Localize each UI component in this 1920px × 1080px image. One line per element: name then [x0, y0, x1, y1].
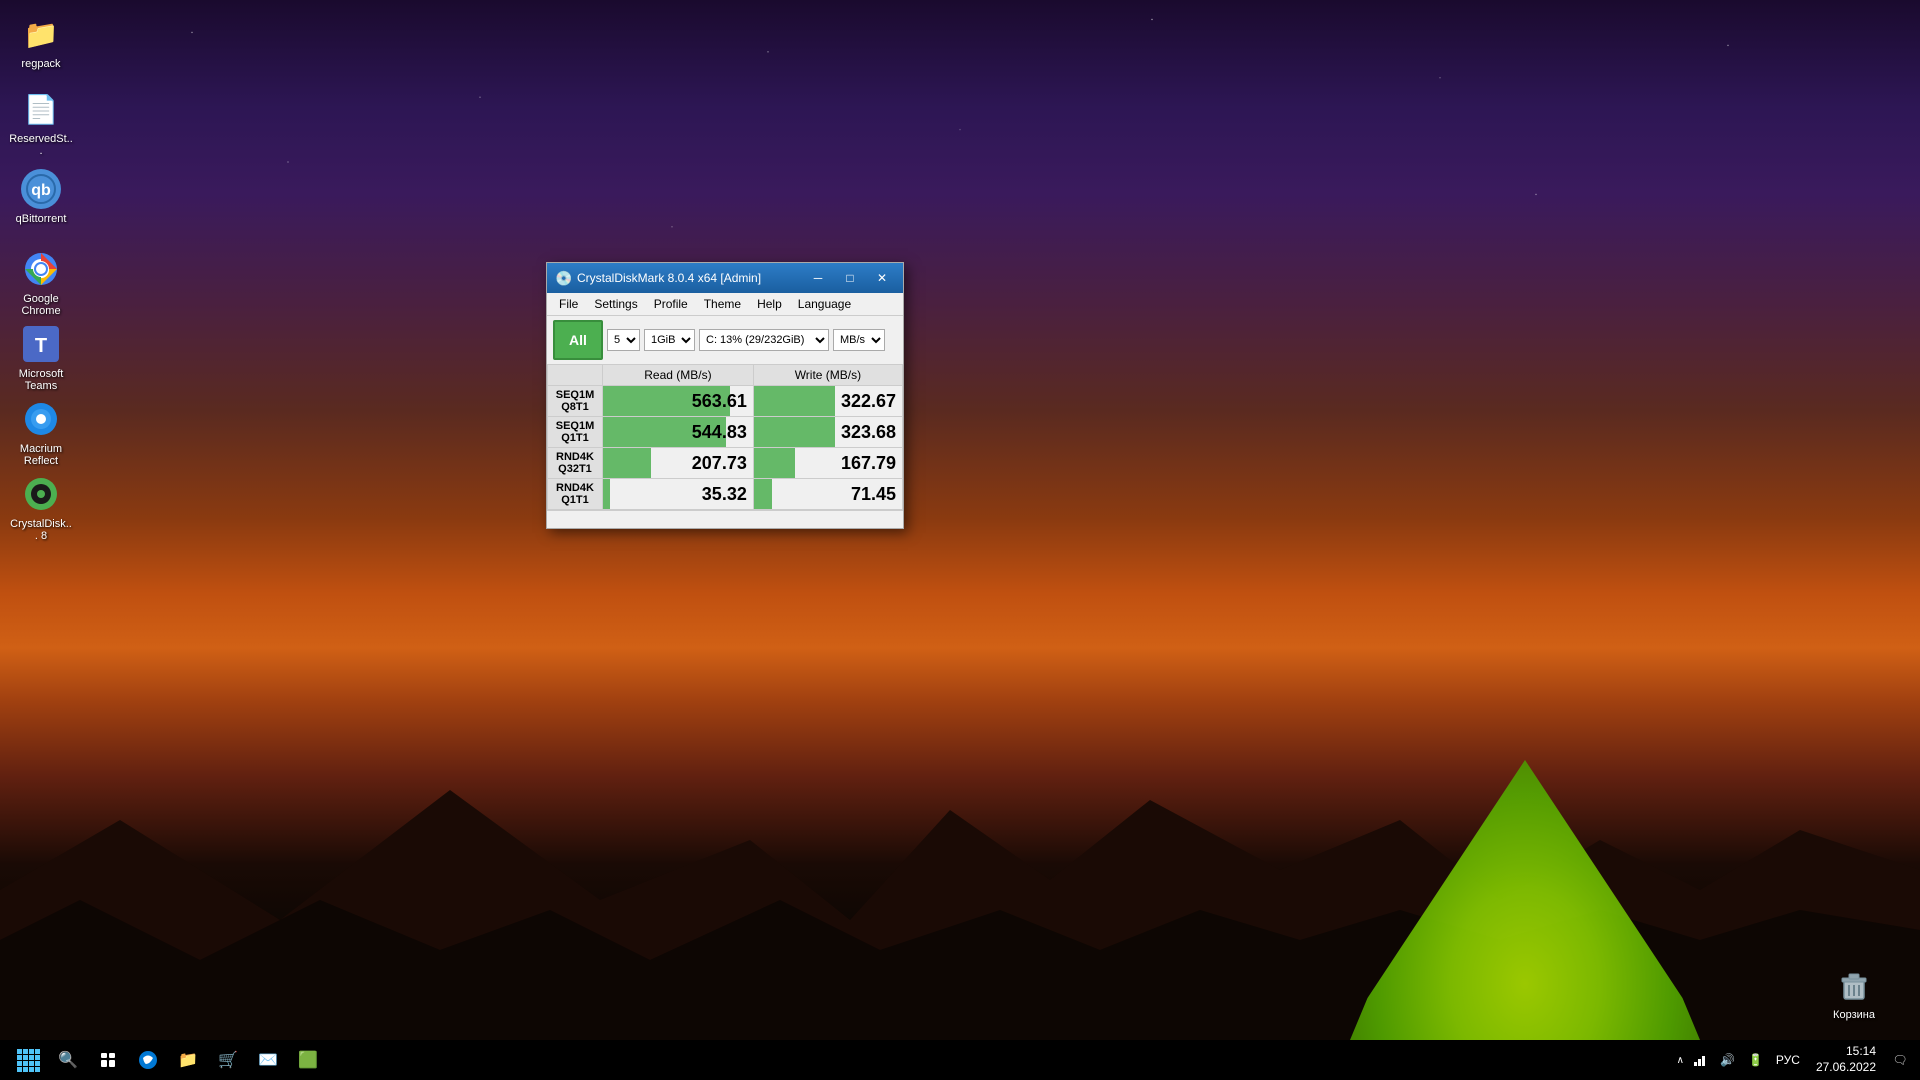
desktop-icon-regpack[interactable]: 📁 regpack	[5, 10, 77, 74]
network-tray-icon[interactable]	[1688, 1048, 1712, 1072]
window-statusbar	[547, 510, 903, 528]
taskbar-explorer-button[interactable]: 📁	[168, 1040, 208, 1080]
taskbar-tray: ∧ 🔊 🔋 РУС 15:14 27.06.2022 🗨	[1677, 1044, 1912, 1075]
battery-tray-icon[interactable]: 🔋	[1744, 1048, 1768, 1072]
macrium-icon	[21, 399, 61, 439]
read-value-3: 35.32	[603, 479, 754, 510]
col-label	[548, 365, 603, 386]
language-indicator[interactable]: РУС	[1772, 1053, 1804, 1067]
recycle-bin-label: Корзина	[1833, 1009, 1875, 1021]
stars-decoration	[0, 0, 1920, 648]
reservedst-label: ReservedSt...	[9, 133, 73, 157]
window-minimize-button[interactable]: ─	[805, 266, 831, 290]
window-icon: 💿	[555, 270, 571, 286]
show-hidden-icons-button[interactable]: ∧	[1677, 1055, 1684, 1066]
drive-select[interactable]: C: 13% (29/232GiB)	[699, 329, 829, 351]
taskbar-store-button[interactable]: 🛒	[208, 1040, 248, 1080]
teams-icon: T	[21, 324, 61, 364]
row-label-2: RND4KQ32T1	[548, 448, 603, 479]
desktop-icon-reservedst[interactable]: 📄 ReservedSt...	[5, 85, 77, 161]
regpack-icon: 📁	[21, 14, 61, 54]
windows-logo-icon	[17, 1049, 40, 1072]
benchmark-table: Read (MB/s) Write (MB/s) SEQ1MQ8T1563.61…	[547, 364, 903, 510]
size-select[interactable]: 1GiB	[644, 329, 695, 351]
menu-settings[interactable]: Settings	[586, 295, 645, 313]
crystaldisk-label: CrystalDisk... 8	[9, 518, 73, 542]
read-value-0: 563.61	[603, 386, 754, 417]
menu-theme[interactable]: Theme	[696, 295, 749, 313]
col-write: Write (MB/s)	[753, 365, 902, 386]
menu-help[interactable]: Help	[749, 295, 790, 313]
write-value-2: 167.79	[753, 448, 902, 479]
qbittorrent-icon: qb	[21, 169, 61, 209]
macrium-label: Macrium Reflect	[9, 443, 73, 467]
row-label-1: SEQ1MQ1T1	[548, 417, 603, 448]
read-value-2: 207.73	[603, 448, 754, 479]
desktop-icon-teams[interactable]: T Microsoft Teams	[5, 320, 77, 396]
window-controls: All 5 1GiB C: 13% (29/232GiB) MB/s	[547, 316, 903, 364]
crystaldiskmark-window: 💿 CrystalDiskMark 8.0.4 x64 [Admin] ─ □ …	[546, 262, 904, 529]
unit-select[interactable]: MB/s	[833, 329, 885, 351]
row-label-0: SEQ1MQ8T1	[548, 386, 603, 417]
desktop-icon-macrium[interactable]: Macrium Reflect	[5, 395, 77, 471]
chrome-icon	[21, 249, 61, 289]
window-menubar: File Settings Profile Theme Help Languag…	[547, 293, 903, 316]
menu-file[interactable]: File	[551, 295, 586, 313]
sound-tray-icon[interactable]: 🔊	[1716, 1048, 1740, 1072]
window-maximize-button[interactable]: □	[837, 266, 863, 290]
write-value-3: 71.45	[753, 479, 902, 510]
notifications-button[interactable]: 🗨	[1888, 1048, 1912, 1072]
reservedst-icon: 📄	[21, 89, 61, 129]
taskbar: 🔍 📁 🛒 ✉️ 🟩 ∧ 🔊 🔋 РУС	[0, 1040, 1920, 1080]
qbittorrent-label: qBittorrent	[16, 213, 67, 225]
clock-date: 27.06.2022	[1816, 1060, 1876, 1076]
start-button[interactable]	[8, 1040, 48, 1080]
window-close-button[interactable]: ✕	[869, 266, 895, 290]
desktop-icon-crystaldisk[interactable]: CrystalDisk... 8	[5, 470, 77, 546]
regpack-label: regpack	[21, 58, 60, 70]
write-value-0: 322.67	[753, 386, 902, 417]
window-titlebar[interactable]: 💿 CrystalDiskMark 8.0.4 x64 [Admin] ─ □ …	[547, 263, 903, 293]
row-label-3: RND4KQ1T1	[548, 479, 603, 510]
desktop-icon-recycle-bin[interactable]: Корзина	[1818, 961, 1890, 1025]
menu-language[interactable]: Language	[790, 295, 859, 313]
desktop-icon-chrome[interactable]: Google Chrome	[5, 245, 77, 321]
window-title: CrystalDiskMark 8.0.4 x64 [Admin]	[577, 271, 799, 285]
col-read: Read (MB/s)	[603, 365, 754, 386]
clock-time: 15:14	[1816, 1044, 1876, 1060]
svg-text:T: T	[35, 335, 47, 357]
count-select[interactable]: 5	[607, 329, 640, 351]
svg-text:qb: qb	[31, 182, 51, 199]
system-clock[interactable]: 15:14 27.06.2022	[1808, 1044, 1884, 1075]
task-view-button[interactable]	[88, 1040, 128, 1080]
search-button[interactable]: 🔍	[48, 1040, 88, 1080]
taskbar-custom-button[interactable]: 🟩	[288, 1040, 328, 1080]
read-value-1: 544.83	[603, 417, 754, 448]
taskbar-mail-button[interactable]: ✉️	[248, 1040, 288, 1080]
crystaldisk-icon	[21, 474, 61, 514]
desktop-icon-qbittorrent[interactable]: qb qBittorrent	[5, 165, 77, 229]
all-button[interactable]: All	[553, 320, 603, 360]
menu-profile[interactable]: Profile	[646, 295, 696, 313]
recycle-bin-icon	[1834, 965, 1874, 1005]
taskbar-edge-button[interactable]	[128, 1040, 168, 1080]
chrome-label: Google Chrome	[9, 293, 73, 317]
write-value-1: 323.68	[753, 417, 902, 448]
teams-label: Microsoft Teams	[9, 368, 73, 392]
